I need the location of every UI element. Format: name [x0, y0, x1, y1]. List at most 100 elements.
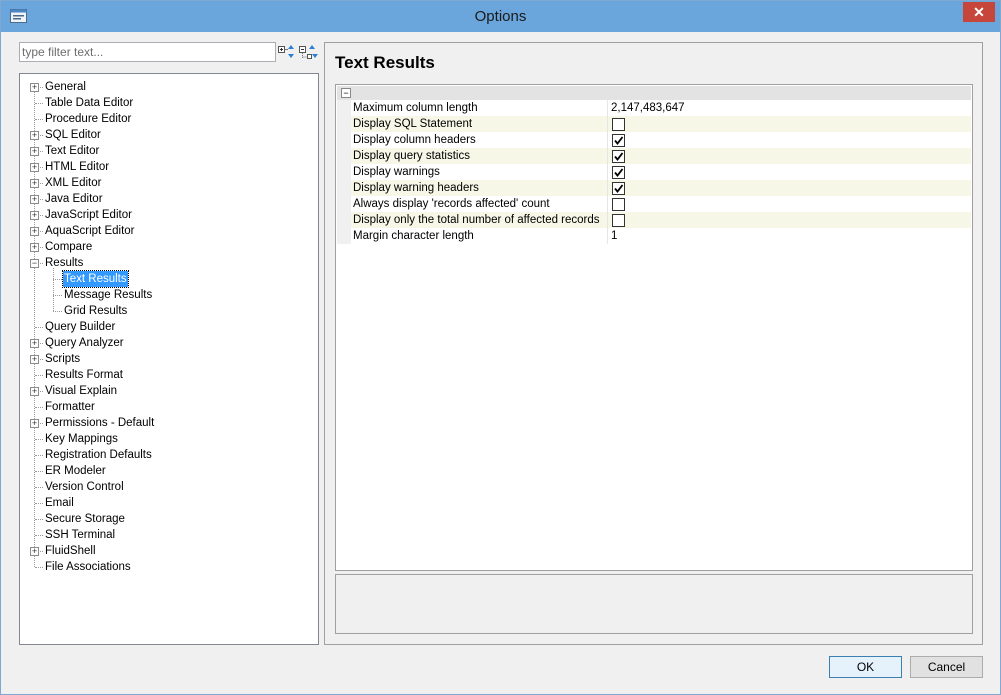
- checkmark-icon: [614, 152, 624, 161]
- expand-icon[interactable]: +: [30, 131, 39, 140]
- tree-item-label: Message Results: [64, 289, 153, 301]
- tree-connector: [35, 439, 43, 440]
- column-divider: [607, 196, 608, 212]
- property-name: Display warning headers: [353, 182, 479, 194]
- property-name: Display warnings: [353, 166, 440, 178]
- row-gutter: [337, 132, 351, 148]
- tree-item-label: Scripts: [45, 353, 81, 365]
- tree-item-label: Formatter: [45, 401, 95, 413]
- row-gutter: [337, 148, 351, 164]
- row-gutter: [337, 228, 351, 244]
- cancel-button[interactable]: Cancel: [910, 656, 983, 678]
- property-row[interactable]: Display query statistics: [337, 148, 971, 164]
- tree-item-label: XML Editor: [45, 177, 102, 189]
- tree-item-label: General: [45, 81, 86, 93]
- options-window: Options ✕ General + Table Data Editor Proce…: [0, 0, 1001, 695]
- tree-item-label: Results: [45, 257, 84, 269]
- tree-item-label: SQL Editor: [45, 129, 101, 141]
- expand-icon[interactable]: +: [30, 547, 39, 556]
- expand-icon[interactable]: +: [30, 195, 39, 204]
- tree-item-label: Key Mappings: [45, 433, 118, 445]
- tree-item-label: Email: [45, 497, 74, 509]
- tree-item-label: Text Editor: [45, 145, 100, 157]
- property-checkbox[interactable]: [612, 150, 625, 163]
- title-bar[interactable]: Options ✕: [1, 1, 1000, 32]
- property-row[interactable]: Margin character length 1: [337, 228, 971, 244]
- expand-icon[interactable]: +: [30, 163, 39, 172]
- checkmark-icon: [614, 136, 624, 145]
- property-name: Display only the total number of affecte…: [353, 214, 600, 226]
- property-checkbox[interactable]: [612, 214, 625, 227]
- expand-icon[interactable]: +: [30, 243, 39, 252]
- description-panel: [335, 574, 973, 634]
- property-row[interactable]: Display column headers: [337, 132, 971, 148]
- property-row[interactable]: Display SQL Statement: [337, 116, 971, 132]
- property-checkbox[interactable]: [612, 166, 625, 179]
- expand-icon[interactable]: +: [30, 419, 39, 428]
- tree-connector: [53, 311, 62, 312]
- row-gutter: [337, 196, 351, 212]
- property-grid: − Maximum column length 2,147,483,647 Disp…: [335, 84, 973, 571]
- tree-connector: [35, 535, 43, 536]
- tree-item-label: Table Data Editor: [45, 97, 134, 109]
- collapse-all-icon[interactable]: [298, 43, 318, 63]
- property-name: Always display 'records affected' count: [353, 198, 550, 210]
- expand-icon[interactable]: +: [30, 227, 39, 236]
- tree-item-label: Java Editor: [45, 193, 103, 205]
- property-checkbox[interactable]: [612, 182, 625, 195]
- expand-icon[interactable]: +: [30, 339, 39, 348]
- expand-icon[interactable]: +: [30, 147, 39, 156]
- tree-connector: [35, 519, 43, 520]
- tree-connector: [35, 103, 43, 104]
- property-row[interactable]: Always display 'records affected' count: [337, 196, 971, 212]
- property-row[interactable]: Maximum column length 2,147,483,647: [337, 100, 971, 116]
- expand-icon[interactable]: +: [30, 355, 39, 364]
- property-checkbox[interactable]: [612, 134, 625, 147]
- expand-icon[interactable]: +: [30, 387, 39, 396]
- tree-item-label: Query Builder: [45, 321, 116, 333]
- tree-connector: [53, 279, 62, 280]
- property-value[interactable]: 1: [611, 228, 617, 244]
- tree-item-label: Version Control: [45, 481, 124, 493]
- filter-input[interactable]: [19, 42, 276, 62]
- tree-connector: [35, 119, 43, 120]
- options-tree[interactable]: General + Table Data Editor Procedure Edito…: [19, 73, 319, 645]
- tree-item-label: Secure Storage: [45, 513, 125, 525]
- window-title: Options: [474, 8, 527, 25]
- property-value[interactable]: 2,147,483,647: [611, 100, 685, 116]
- tree-connector: [35, 375, 43, 376]
- tree-item-label: HTML Editor: [45, 161, 110, 173]
- row-gutter: [337, 180, 351, 196]
- collapse-icon[interactable]: −: [30, 259, 39, 268]
- expand-icon[interactable]: +: [30, 211, 39, 220]
- expand-all-icon[interactable]: [277, 43, 297, 63]
- property-row[interactable]: Display warnings: [337, 164, 971, 180]
- tree-item-label: Query Analyzer: [45, 337, 124, 349]
- tree-connector: [35, 503, 43, 504]
- property-checkbox[interactable]: [612, 118, 625, 131]
- page-title: Text Results: [335, 53, 435, 72]
- tree-item-label: Registration Defaults: [45, 449, 152, 461]
- collapse-group-icon[interactable]: −: [341, 88, 351, 98]
- close-button[interactable]: ✕: [963, 2, 995, 22]
- expand-icon[interactable]: +: [30, 83, 39, 92]
- tree-connector: [53, 295, 62, 296]
- row-gutter: [337, 212, 351, 228]
- column-divider: [607, 148, 608, 164]
- tree-item-label: File Associations: [45, 561, 131, 573]
- expand-icon[interactable]: +: [30, 179, 39, 188]
- property-checkbox[interactable]: [612, 198, 625, 211]
- property-name: Display query statistics: [353, 150, 470, 162]
- tree-connector: [35, 471, 43, 472]
- row-gutter: [337, 100, 351, 116]
- property-name: Display column headers: [353, 134, 476, 146]
- tree-item-label: SSH Terminal: [45, 529, 116, 541]
- property-row[interactable]: Display only the total number of affecte…: [337, 212, 971, 228]
- checkmark-icon: [614, 168, 624, 177]
- row-gutter: [337, 116, 351, 132]
- property-row[interactable]: Display warning headers: [337, 180, 971, 196]
- ok-button[interactable]: OK: [829, 656, 902, 678]
- property-grid-header: −: [337, 86, 971, 100]
- tree-item-label: Text Results: [62, 270, 129, 288]
- tree-child-guide-line: [53, 268, 54, 311]
